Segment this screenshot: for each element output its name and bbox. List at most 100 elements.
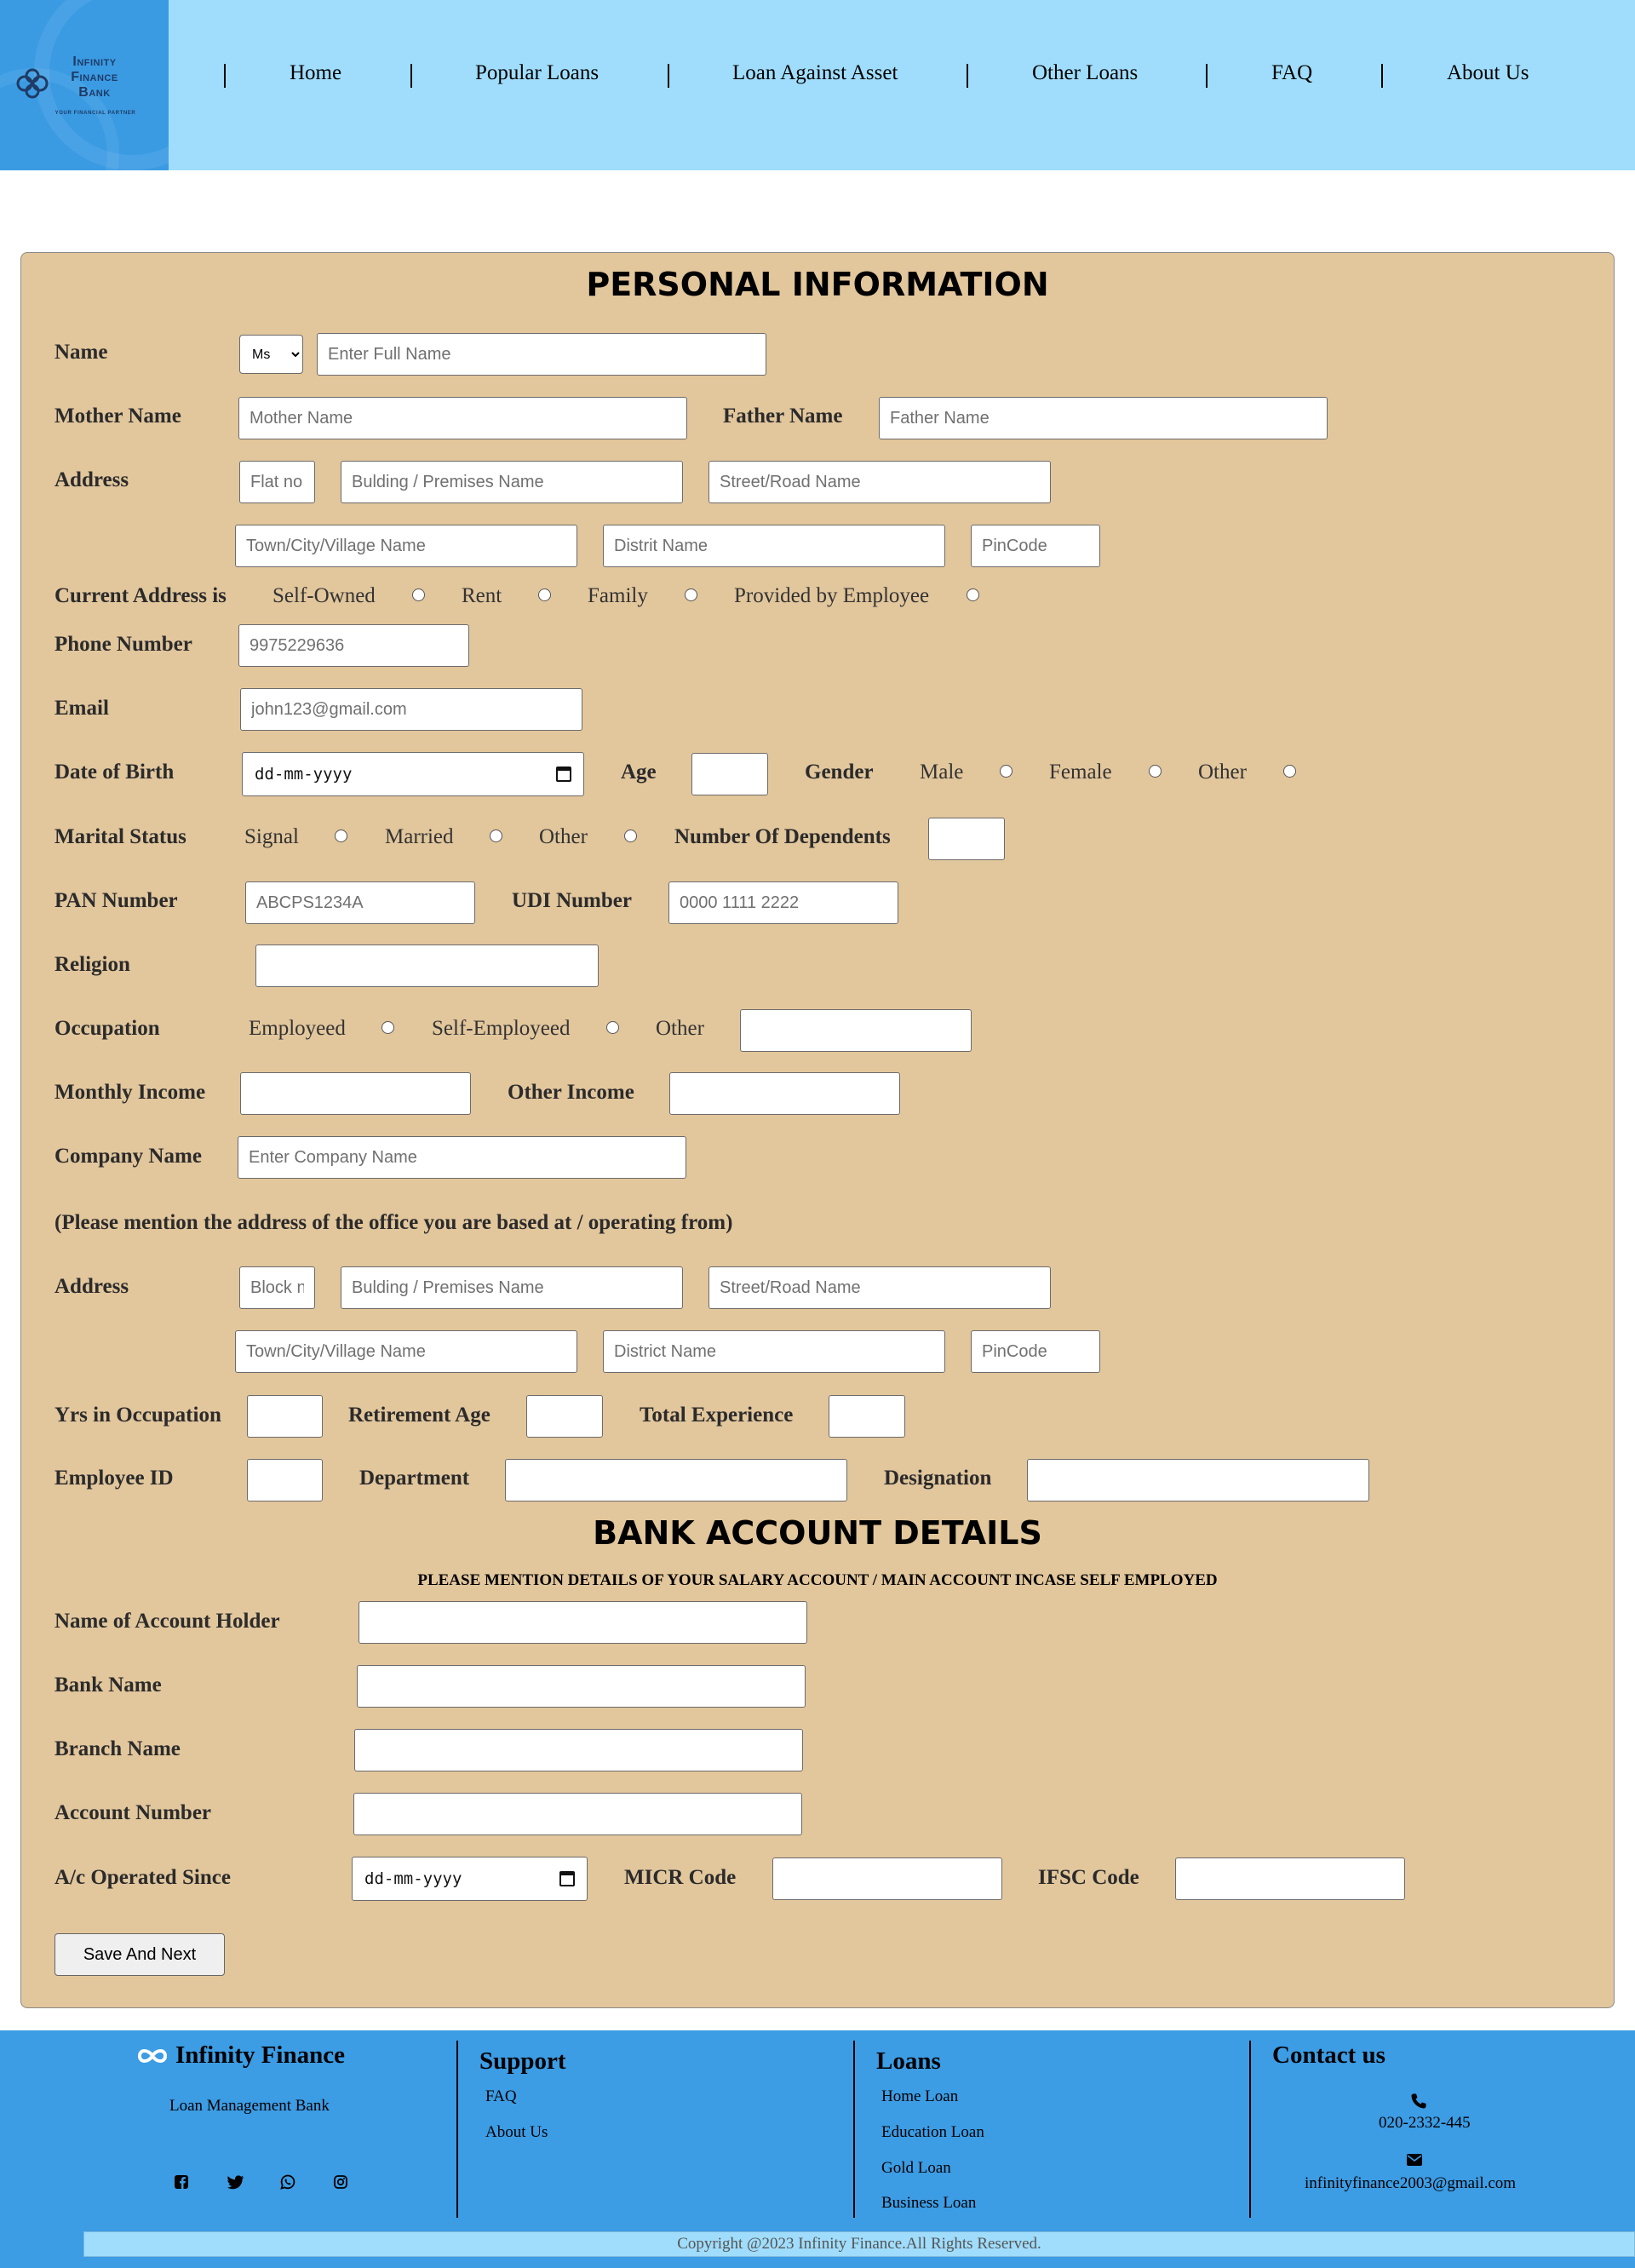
email-label: Email [54, 697, 109, 720]
building-name-input[interactable] [341, 461, 683, 503]
footer-phone[interactable]: 020-2332-445 [1379, 2114, 1471, 2133]
facebook-icon[interactable] [173, 2173, 190, 2190]
designation-input[interactable] [1027, 1459, 1369, 1501]
account-holder-input[interactable] [359, 1601, 807, 1644]
employee-id-input[interactable] [247, 1459, 323, 1501]
gender-female-radio[interactable] [1149, 765, 1162, 778]
radio-label-self-owned: Self-Owned [272, 584, 376, 607]
nav-divider [967, 64, 968, 88]
occupation-other-input[interactable] [740, 1009, 972, 1052]
age-input[interactable] [691, 753, 768, 795]
account-number-input[interactable] [353, 1793, 802, 1835]
footer-brand-tagline: Loan Management Bank [169, 2097, 330, 2115]
other-income-input[interactable] [669, 1072, 900, 1115]
office-address-note: (Please mention the address of the offic… [54, 1211, 733, 1234]
pincode-input[interactable] [971, 525, 1100, 567]
branch-name-label: Branch Name [54, 1737, 181, 1760]
mother-name-input[interactable] [238, 397, 687, 439]
father-name-input[interactable] [879, 397, 1328, 439]
office-district-input[interactable] [603, 1330, 945, 1373]
footer-email[interactable]: infinityfinance2003@gmail.com [1305, 2174, 1516, 2193]
current-address-self-owned-radio[interactable] [412, 589, 425, 601]
footer-support-title: Support [479, 2047, 566, 2075]
street-name-input[interactable] [708, 461, 1051, 503]
occupation-employed-radio[interactable] [382, 1021, 394, 1034]
pan-label: PAN Number [54, 889, 178, 912]
footer-link-about-us[interactable]: About Us [485, 2123, 548, 2142]
footer-link-gold-loan[interactable]: Gold Loan [881, 2159, 951, 2178]
radio-label-female: Female [1049, 761, 1112, 784]
personal-info-title: PERSONAL INFORMATION [586, 266, 1049, 303]
footer-divider [456, 2041, 458, 2218]
micr-code-input[interactable] [772, 1857, 1002, 1900]
nav-divider [1206, 64, 1208, 88]
radio-label-male: Male [920, 761, 964, 784]
phone-icon [1411, 2093, 1426, 2109]
current-address-family-radio[interactable] [685, 589, 697, 601]
current-address-employee-radio[interactable] [967, 589, 979, 601]
phone-label: Phone Number [54, 633, 192, 656]
whatsapp-icon[interactable] [279, 2173, 296, 2190]
office-building-name-input[interactable] [341, 1266, 683, 1309]
designation-label: Designation [884, 1467, 992, 1490]
save-and-next-button[interactable]: Save And Next [54, 1933, 225, 1976]
dependents-input[interactable] [928, 818, 1005, 860]
department-input[interactable] [505, 1459, 847, 1501]
twitter-icon[interactable] [227, 2173, 244, 2190]
nav-home[interactable]: Home [290, 61, 341, 85]
bank-name-label: Bank Name [54, 1674, 162, 1697]
salutation-select[interactable]: Ms [239, 335, 303, 374]
operated-since-date-input[interactable]: dd-mm-yyyy [352, 1857, 588, 1901]
retirement-age-input[interactable] [526, 1395, 603, 1438]
occupation-self-employed-radio[interactable] [606, 1021, 619, 1034]
footer-link-business-loan[interactable]: Business Loan [881, 2194, 976, 2213]
office-street-name-input[interactable] [708, 1266, 1051, 1309]
footer-link-education-loan[interactable]: Education Loan [881, 2123, 984, 2142]
office-pincode-input[interactable] [971, 1330, 1100, 1373]
footer-link-home-loan[interactable]: Home Loan [881, 2087, 958, 2106]
dob-date-input[interactable]: dd-mm-yyyy [242, 752, 584, 796]
monthly-income-input[interactable] [240, 1072, 471, 1115]
operated-since-label: A/c Operated Since [54, 1866, 231, 1889]
current-address-rent-radio[interactable] [538, 589, 551, 601]
nav-loan-against-asset[interactable]: Loan Against Asset [732, 61, 898, 85]
pan-input[interactable] [245, 881, 475, 924]
udi-input[interactable] [668, 881, 898, 924]
email-input[interactable] [240, 688, 582, 731]
footer-link-faq[interactable]: FAQ [485, 2087, 517, 2106]
marital-other-radio[interactable] [624, 830, 637, 842]
nav-divider [668, 64, 669, 88]
nav-other-loans[interactable]: Other Loans [1032, 61, 1138, 85]
marital-married-radio[interactable] [490, 830, 502, 842]
nav-popular-loans[interactable]: Popular Loans [475, 61, 599, 85]
monthly-income-label: Monthly Income [54, 1081, 206, 1104]
calendar-icon[interactable] [559, 1871, 575, 1886]
yrs-occupation-input[interactable] [247, 1395, 323, 1438]
radio-label-marital-other: Other [539, 825, 588, 848]
ifsc-code-input[interactable] [1175, 1857, 1405, 1900]
office-town-input[interactable] [235, 1330, 577, 1373]
office-block-no-input[interactable] [239, 1266, 315, 1309]
bank-name-input[interactable] [357, 1665, 806, 1708]
full-name-input[interactable] [317, 333, 766, 376]
radio-label-occupation-other: Other [656, 1017, 704, 1040]
gender-male-radio[interactable] [1000, 765, 1013, 778]
dob-label: Date of Birth [54, 761, 175, 784]
gender-other-radio[interactable] [1283, 765, 1296, 778]
phone-input[interactable] [238, 624, 469, 667]
marital-single-radio[interactable] [335, 830, 347, 842]
footer-divider [853, 2041, 855, 2218]
instagram-icon[interactable] [332, 2173, 349, 2190]
district-input[interactable] [603, 525, 945, 567]
calendar-icon[interactable] [556, 767, 571, 782]
nav-about-us[interactable]: About Us [1447, 61, 1529, 85]
udi-label: UDI Number [512, 889, 632, 912]
total-experience-input[interactable] [829, 1395, 905, 1438]
company-name-input[interactable] [238, 1136, 686, 1179]
religion-input[interactable] [255, 945, 599, 987]
employee-id-label: Employee ID [54, 1467, 174, 1490]
flat-no-input[interactable] [239, 461, 315, 503]
nav-faq[interactable]: FAQ [1271, 61, 1312, 85]
branch-name-input[interactable] [354, 1729, 803, 1771]
town-input[interactable] [235, 525, 577, 567]
